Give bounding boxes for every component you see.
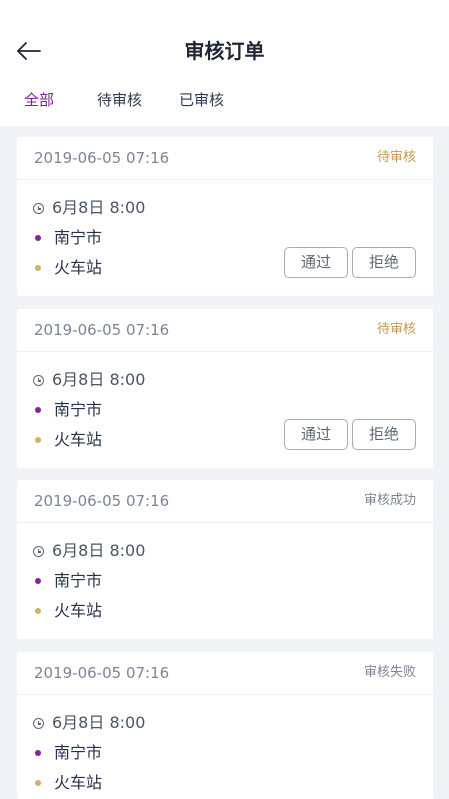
reject-button[interactable]: 拒绝 — [352, 247, 416, 278]
order-created-time: 2019-06-05 07:16 — [34, 492, 170, 510]
pickup-time-row: 6月8日 8:00 — [33, 368, 145, 392]
origin-name: 南宁市 — [54, 571, 103, 590]
origin-dot-icon — [35, 750, 41, 756]
filter-tabs: 全部 待审核 已审核 — [0, 88, 449, 118]
order-card[interactable]: 2019-06-05 07:16 待审核 6月8日 8:00 南宁市 火车站 通… — [17, 137, 433, 296]
order-card-header: 2019-06-05 07:16 待审核 — [17, 137, 433, 180]
origin-name: 南宁市 — [54, 743, 103, 762]
status-badge: 审核失败 — [363, 665, 416, 680]
origin-dot-icon — [35, 407, 41, 413]
destination-dot-icon — [35, 780, 41, 786]
origin-row: 南宁市 — [33, 569, 102, 593]
clock-icon — [33, 375, 44, 386]
destination-row: 火车站 — [33, 771, 102, 795]
approve-button[interactable]: 通过 — [284, 419, 348, 450]
pickup-time: 6月8日 8:00 — [52, 370, 146, 389]
top-bar: 审核订单 全部 待审核 已审核 — [0, 0, 449, 126]
order-card-header: 2019-06-05 07:16 待审核 — [17, 309, 433, 352]
clock-icon — [33, 546, 44, 557]
origin-row: 南宁市 — [33, 741, 102, 765]
status-badge: 待审核 — [376, 322, 416, 337]
order-created-time: 2019-06-05 07:16 — [34, 149, 170, 167]
origin-dot-icon — [35, 578, 41, 584]
clock-icon — [33, 203, 44, 214]
page-title: 审核订单 — [184, 39, 265, 63]
status-badge: 待审核 — [376, 150, 416, 165]
order-created-time: 2019-06-05 07:16 — [34, 321, 170, 339]
destination-name: 火车站 — [54, 773, 103, 792]
tab-all[interactable]: 全部 — [24, 88, 54, 112]
pickup-time-row: 6月8日 8:00 — [33, 711, 145, 735]
tab-reviewed[interactable]: 已审核 — [179, 88, 224, 112]
origin-name: 南宁市 — [54, 400, 103, 419]
origin-name: 南宁市 — [54, 228, 103, 247]
order-card-header: 2019-06-05 07:16 审核成功 — [17, 480, 433, 523]
order-card[interactable]: 2019-06-05 07:16 审核失败 6月8日 8:00 南宁市 火车站 — [17, 652, 433, 799]
order-card[interactable]: 2019-06-05 07:16 待审核 6月8日 8:00 南宁市 火车站 通… — [17, 309, 433, 468]
pickup-time-row: 6月8日 8:00 — [33, 196, 145, 220]
destination-dot-icon — [35, 608, 41, 614]
destination-row: 火车站 — [33, 599, 102, 623]
pickup-time: 6月8日 8:00 — [52, 713, 146, 732]
order-card[interactable]: 2019-06-05 07:16 审核成功 6月8日 8:00 南宁市 火车站 — [17, 480, 433, 639]
status-badge: 审核成功 — [363, 493, 416, 508]
clock-icon — [33, 718, 44, 729]
reject-button[interactable]: 拒绝 — [352, 419, 416, 450]
destination-name: 火车站 — [54, 601, 103, 620]
pickup-time-row: 6月8日 8:00 — [33, 539, 145, 563]
origin-dot-icon — [35, 235, 41, 241]
approve-button[interactable]: 通过 — [284, 247, 348, 278]
order-card-header: 2019-06-05 07:16 审核失败 — [17, 652, 433, 695]
pickup-time: 6月8日 8:00 — [52, 198, 146, 217]
pickup-time: 6月8日 8:00 — [52, 541, 146, 560]
order-created-time: 2019-06-05 07:16 — [34, 664, 170, 682]
tab-pending[interactable]: 待审核 — [97, 88, 142, 112]
